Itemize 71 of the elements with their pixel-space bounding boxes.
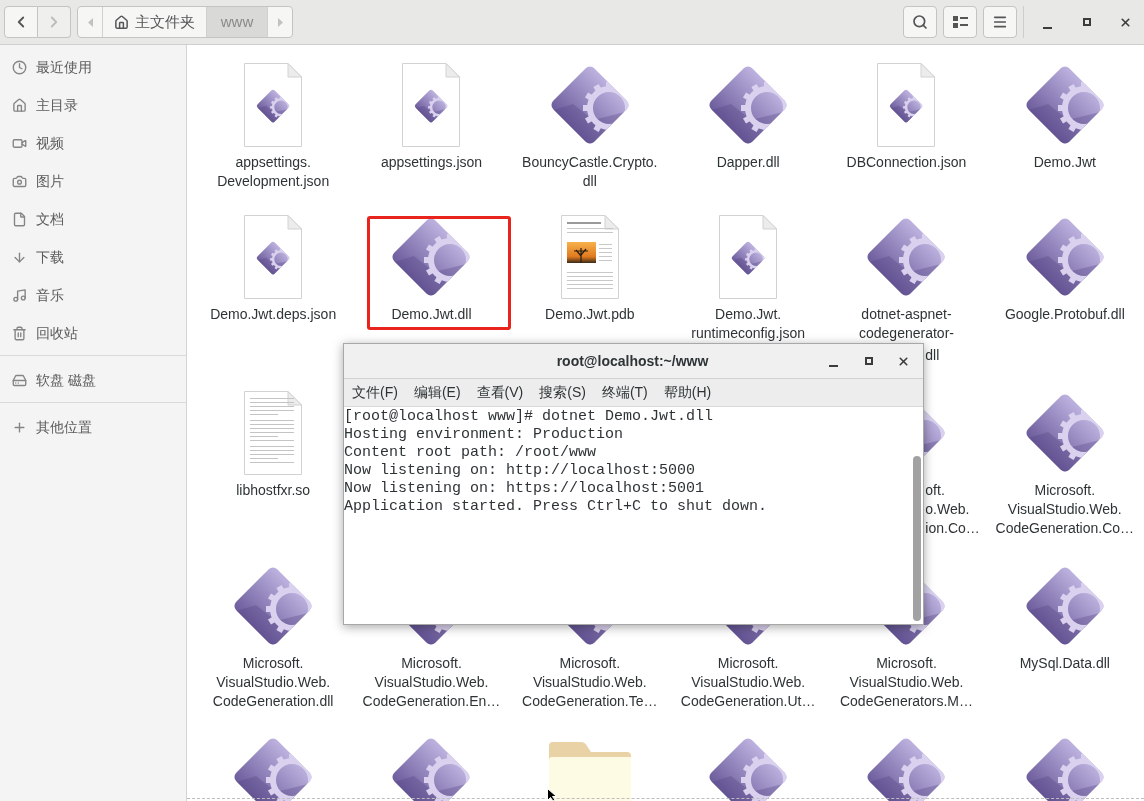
file-name: dll (925, 346, 940, 365)
terminal-line: [root@localhost www]# dotnet Demo.Jwt.dll (344, 408, 714, 426)
left-triangle-icon (87, 17, 93, 27)
file-name: Microsoft. VisualStudio.Web. CodeGeneration.En… (362, 654, 501, 711)
terminal-line: Content root path: /root/www (344, 444, 597, 462)
terminal-line: Now listening on: https://localhost:5001 (344, 480, 705, 498)
sidebar-item[interactable]: 主目录 (0, 86, 186, 124)
file-name: libhostfxr.so (236, 481, 311, 500)
file-name: DBConnection.json (846, 153, 967, 172)
minimize-icon (829, 365, 838, 367)
file-name: Demo.Jwt.pdb (545, 305, 635, 324)
sidebar-item[interactable]: 最近使用 (0, 48, 186, 86)
menu-item[interactable]: 编辑(E) (405, 379, 469, 406)
menu-icon (992, 14, 1008, 30)
back-button[interactable] (4, 6, 38, 38)
file-name: Dapper.dll (716, 153, 780, 172)
sidebar-item[interactable]: 视频 (0, 124, 186, 162)
document-icon (12, 211, 27, 227)
maximize-icon (1083, 18, 1091, 26)
list-view-icon (952, 16, 968, 28)
drive-icon (12, 372, 27, 388)
sidebar-item[interactable]: 回收站 (0, 314, 186, 352)
sidebar-item[interactable]: 下载 (0, 238, 186, 276)
terminal-line: Hosting environment: Production (344, 426, 624, 444)
close-icon (1119, 15, 1132, 29)
menu-item[interactable]: 文件(F) (344, 379, 406, 406)
terminal-line: Application started. Press Ctrl+C to shut down. (344, 498, 768, 516)
scrollbar-thumb[interactable] (913, 456, 921, 621)
menu-button[interactable] (983, 6, 1017, 38)
down-arrow-icon (12, 249, 27, 265)
sidebar-item[interactable]: 文档 (0, 200, 186, 238)
plus-icon (12, 419, 27, 435)
file-name: Demo.Jwt.dll (391, 305, 472, 324)
file-name: Microsoft. VisualStudio.Web. CodeGeneration.Co… (995, 481, 1135, 538)
camera-icon (12, 173, 27, 189)
music-note-icon (12, 287, 27, 303)
search-icon (912, 14, 928, 30)
sidebar-item[interactable]: 其他位置 (0, 408, 186, 446)
sidebar-item[interactable]: 图片 (0, 162, 186, 200)
file-name: Google.Protobuf.dll (1004, 305, 1125, 324)
file-name: Microsoft. VisualStudio.Web. CodeGeneration.Ut… (680, 654, 816, 711)
file-name: Microsoft. VisualStudio.Web. CodeGeneration.Te… (522, 654, 658, 711)
list-view-button[interactable] (943, 6, 977, 38)
file-name: oft. o.Web. ion.Co… (925, 481, 980, 538)
right-triangle-icon (277, 17, 283, 27)
page-picture-icon[interactable] (559, 214, 620, 300)
minimize-icon (1042, 27, 1052, 29)
home-icon (114, 14, 129, 30)
file-name: appsettings.json (380, 153, 483, 172)
window-title: root@localhost:~/www (556, 351, 709, 371)
file-name: Microsoft. VisualStudio.Web. CodeGenerators.M… (839, 654, 973, 711)
file-name: MySql.Data.dll (1019, 654, 1110, 673)
clock-icon (12, 59, 27, 75)
home-icon (12, 97, 27, 113)
search-button[interactable] (903, 6, 937, 38)
menu-item[interactable]: 搜索(S) (531, 379, 594, 406)
sidebar-item[interactable]: 软盘 磁盘 (0, 361, 186, 399)
trash-icon (12, 325, 27, 341)
file-name: appsettings. Development.json (217, 153, 330, 191)
file-name: Demo.Jwt.deps.json (210, 305, 337, 324)
terminal-line: Now listening on: http://localhost:5000 (344, 462, 696, 480)
file-name: Demo.Jwt (1033, 153, 1096, 172)
file-name: BouncyCastle.Crypto. dll (522, 153, 658, 191)
file-name: Microsoft. VisualStudio.Web. CodeGeneration.dll (212, 654, 334, 711)
maximize-icon (864, 357, 873, 365)
menu-item[interactable]: 查看(V) (468, 379, 532, 406)
file-name: Demo.Jwt. runtimeconfig.json (691, 305, 805, 343)
close-icon (897, 354, 910, 368)
menu-item[interactable]: 帮助(H) (655, 379, 720, 406)
sidebar-item[interactable]: 音乐 (0, 276, 186, 314)
menu-item[interactable]: 终端(T) (593, 379, 656, 406)
